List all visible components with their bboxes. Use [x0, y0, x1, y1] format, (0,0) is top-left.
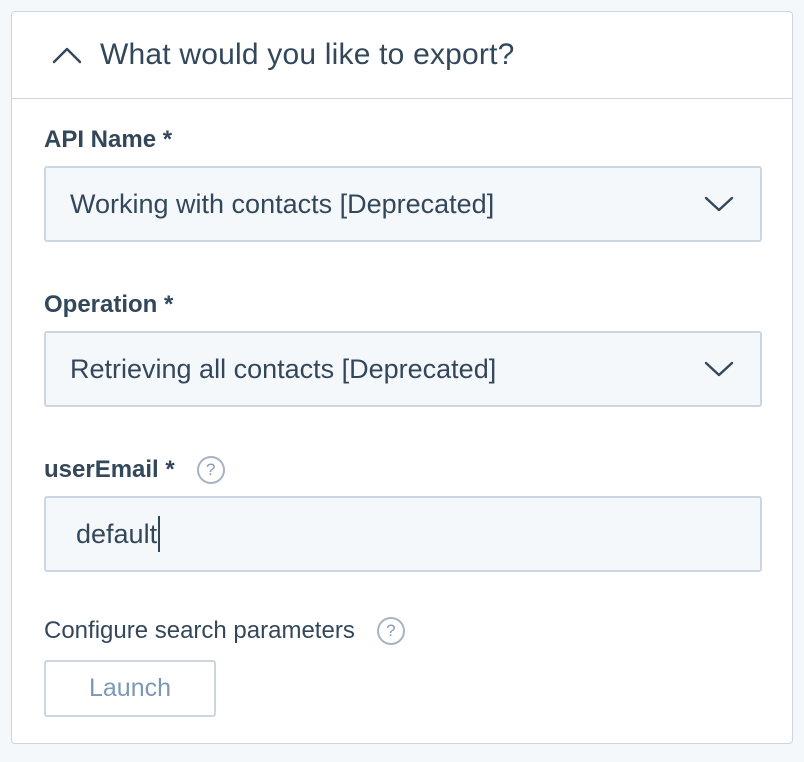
api-name-label-text: API Name *: [44, 126, 173, 153]
api-name-select[interactable]: Working with contacts [Deprecated]: [44, 166, 762, 242]
user-email-input[interactable]: default: [44, 496, 762, 572]
operation-select[interactable]: Retrieving all contacts [Deprecated]: [44, 331, 762, 407]
question-circle-icon[interactable]: ?: [196, 456, 225, 484]
user-email-input-value: default: [76, 518, 158, 549]
api-name-label: API Name *: [44, 123, 760, 157]
chevron-down-icon: [704, 359, 734, 379]
operation-select-value: Retrieving all contacts [Deprecated]: [70, 353, 497, 384]
chevron-up-icon[interactable]: [52, 45, 82, 65]
api-name-select-value: Working with contacts [Deprecated]: [70, 188, 495, 219]
launch-button[interactable]: Launch: [44, 660, 216, 717]
export-panel: What would you like to export? API Name …: [11, 11, 793, 744]
export-panel-header[interactable]: What would you like to export?: [12, 12, 792, 99]
search-params-label-text: Configure search parameters: [44, 617, 355, 644]
chevron-down-icon: [704, 194, 734, 214]
operation-label: Operation *: [44, 288, 760, 322]
user-email-label: userEmail * ?: [44, 453, 760, 487]
search-params-label: Configure search parameters ?: [44, 614, 760, 648]
export-form: API Name * Working with contacts [Deprec…: [12, 99, 792, 717]
text-caret: [158, 516, 161, 552]
operation-label-text: Operation *: [44, 291, 174, 318]
user-email-label-text: userEmail *: [44, 456, 175, 483]
panel-title: What would you like to export?: [100, 38, 515, 71]
question-circle-icon[interactable]: ?: [376, 617, 405, 645]
